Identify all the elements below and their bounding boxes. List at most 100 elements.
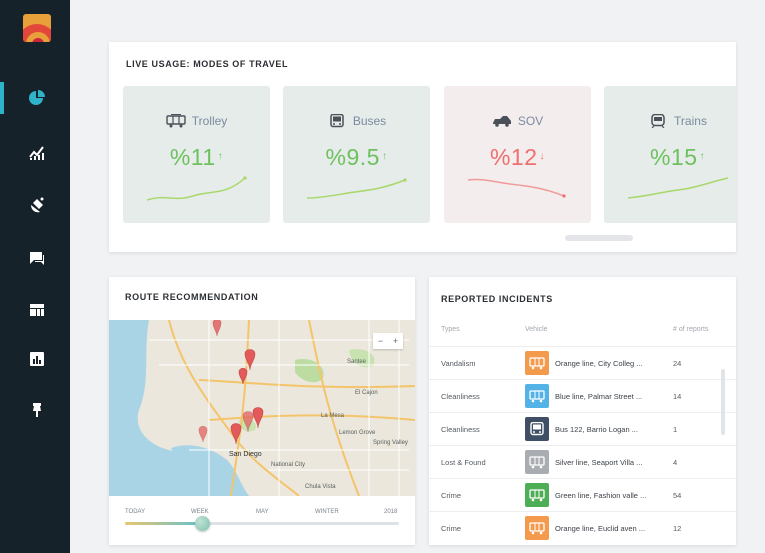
timeline-label-week[interactable]: WEEK (191, 509, 209, 515)
map-graphic (109, 320, 415, 496)
report-count: 54 (673, 491, 682, 500)
nav-item-messages[interactable] (23, 244, 51, 272)
mode-card-trolley[interactable]: Trolley %11 ↑ (123, 86, 270, 223)
nav-item-signals[interactable] (23, 191, 51, 219)
vehicle-name[interactable]: Green line, Fashion valle ... (555, 491, 646, 500)
incident-row[interactable]: Vandalism Orange line, City Colleg ... 24 (429, 346, 736, 379)
nav-item-reports[interactable] (23, 345, 51, 373)
mode-card-buses[interactable]: Buses %9.5 ↑ (283, 86, 430, 223)
map-zoom-control[interactable]: − + (373, 333, 403, 349)
mode-header: Trolley (123, 114, 270, 128)
nav-item-pinned[interactable] (23, 396, 51, 424)
zoom-out-button[interactable]: − (378, 336, 383, 346)
incident-row[interactable]: Cleanliness Blue line, Palmar Street ... 1… (429, 379, 736, 412)
mode-header: Buses (283, 114, 430, 128)
pin-icon (33, 403, 41, 417)
timeline-label-may[interactable]: MAY (256, 509, 269, 515)
mode-card-sov[interactable]: SOV %12 ↓ (444, 86, 591, 223)
timeline-slider-fill (125, 522, 202, 525)
chat-icon (30, 252, 44, 265)
trolley-icon (529, 456, 545, 469)
train-icon (651, 114, 665, 128)
horizontal-scrollbar[interactable] (565, 235, 633, 241)
sparkline (306, 178, 407, 199)
trend-up-icon: ↑ (217, 151, 224, 162)
line-chart-icon (29, 146, 44, 160)
report-count: 14 (673, 392, 682, 401)
trolley-icon (529, 522, 545, 535)
sidebar (0, 0, 70, 553)
vehicle-name[interactable]: Blue line, Palmar Street ... (555, 392, 642, 401)
trend-up-icon: ↑ (381, 151, 388, 162)
incident-type: Crime (441, 491, 461, 500)
map-label-national-city: National City (271, 462, 306, 468)
column-header-types[interactable]: Types (441, 326, 460, 333)
vehicle-name[interactable]: Bus 122, Barrio Logan ... (555, 425, 638, 434)
incident-row[interactable]: Crime Orange line, Euclid aven ... 12 (429, 511, 736, 544)
timeline-slider[interactable] (125, 516, 399, 531)
column-header-vehicle[interactable]: Vehicle (525, 326, 548, 333)
mode-value: %15 ↑ (649, 144, 706, 170)
incident-type: Cleanliness (441, 425, 480, 434)
bus-icon (530, 422, 544, 436)
app-logo[interactable] (23, 14, 51, 42)
timeline-label-winter[interactable]: WINTER (315, 509, 339, 515)
reported-incidents-panel: REPORTED INCIDENTS Types Vehicle # of re… (429, 277, 736, 545)
map-label-san-diego: San Diego (229, 451, 262, 458)
trolley-icon (529, 489, 545, 502)
report-count: 4 (673, 458, 678, 467)
sparkline (627, 177, 729, 199)
incident-row[interactable]: Lost & Found Silver line, Seaport Villa .… (429, 445, 736, 478)
bar-chart-icon (30, 352, 44, 366)
timeline-label-2018[interactable]: 2018 (384, 509, 397, 515)
timeline-label-today[interactable]: TODAY (125, 509, 145, 515)
dashboard-icon (30, 304, 44, 316)
mode-label: SOV (517, 114, 544, 128)
nav-item-overview[interactable] (23, 84, 51, 112)
trend-up-icon: ↑ (699, 151, 706, 162)
route-title: ROUTE RECOMMENDATION (125, 292, 259, 302)
incident-row[interactable]: Crime Green line, Fashion valle ... 54 (429, 478, 736, 511)
incident-type: Crime (441, 524, 461, 533)
map-label-el-cajon: El Cajon (355, 390, 378, 396)
vehicle-name[interactable]: Silver line, Seaport Villa ... (555, 458, 642, 467)
incident-row[interactable]: Cleanliness Bus 122, Barrio Logan ... 1 (429, 412, 736, 445)
vehicle-badge (525, 351, 549, 375)
mode-label: Trolley (191, 114, 228, 128)
car-icon (492, 116, 511, 127)
map-label-spring-valley: Spring Valley (373, 440, 408, 446)
vehicle-badge (525, 384, 549, 408)
vehicle-name[interactable]: Orange line, City Colleg ... (555, 359, 643, 368)
trend-down-icon: ↓ (539, 151, 546, 162)
incidents-title: REPORTED INCIDENTS (441, 294, 553, 304)
trolley-icon (529, 390, 545, 403)
vehicle-badge (525, 417, 549, 441)
sparkline (467, 178, 566, 198)
incident-type: Vandalism (441, 359, 476, 368)
mode-label: Trains (674, 114, 707, 128)
nav-item-trends[interactable] (23, 138, 51, 166)
mode-value: %11 ↑ (169, 144, 224, 170)
trolley-icon (166, 114, 186, 128)
incident-type: Lost & Found (441, 458, 486, 467)
sparkline (146, 176, 247, 201)
vehicle-badge (525, 483, 549, 507)
mode-header: Trains (604, 114, 736, 128)
map-label-santee: Santee (347, 359, 367, 365)
mode-header: SOV (444, 114, 591, 128)
mode-card-trains[interactable]: Trains %15 ↑ (604, 86, 736, 223)
vertical-scrollbar[interactable] (721, 369, 725, 435)
route-recommendation-panel: ROUTE RECOMMENDATION − + San Diego Natio… (109, 277, 415, 545)
map-label-la-mesa: La Mesa (321, 413, 345, 419)
column-header-reports[interactable]: # of reports (673, 326, 708, 333)
mode-label: Buses (352, 114, 387, 128)
vehicle-name[interactable]: Orange line, Euclid aven ... (555, 524, 645, 533)
report-count: 24 (673, 359, 682, 368)
mode-value: %12 ↓ (489, 144, 546, 170)
route-map[interactable]: − + San Diego National City Chula Vista … (109, 320, 415, 496)
zoom-in-button[interactable]: + (393, 336, 398, 346)
timeline-slider-thumb[interactable] (194, 516, 210, 531)
nav-item-dashboard[interactable] (23, 296, 51, 324)
map-label-chula-vista: Chula Vista (305, 484, 336, 490)
live-usage-title: LIVE USAGE: MODES OF TRAVEL (126, 59, 289, 69)
